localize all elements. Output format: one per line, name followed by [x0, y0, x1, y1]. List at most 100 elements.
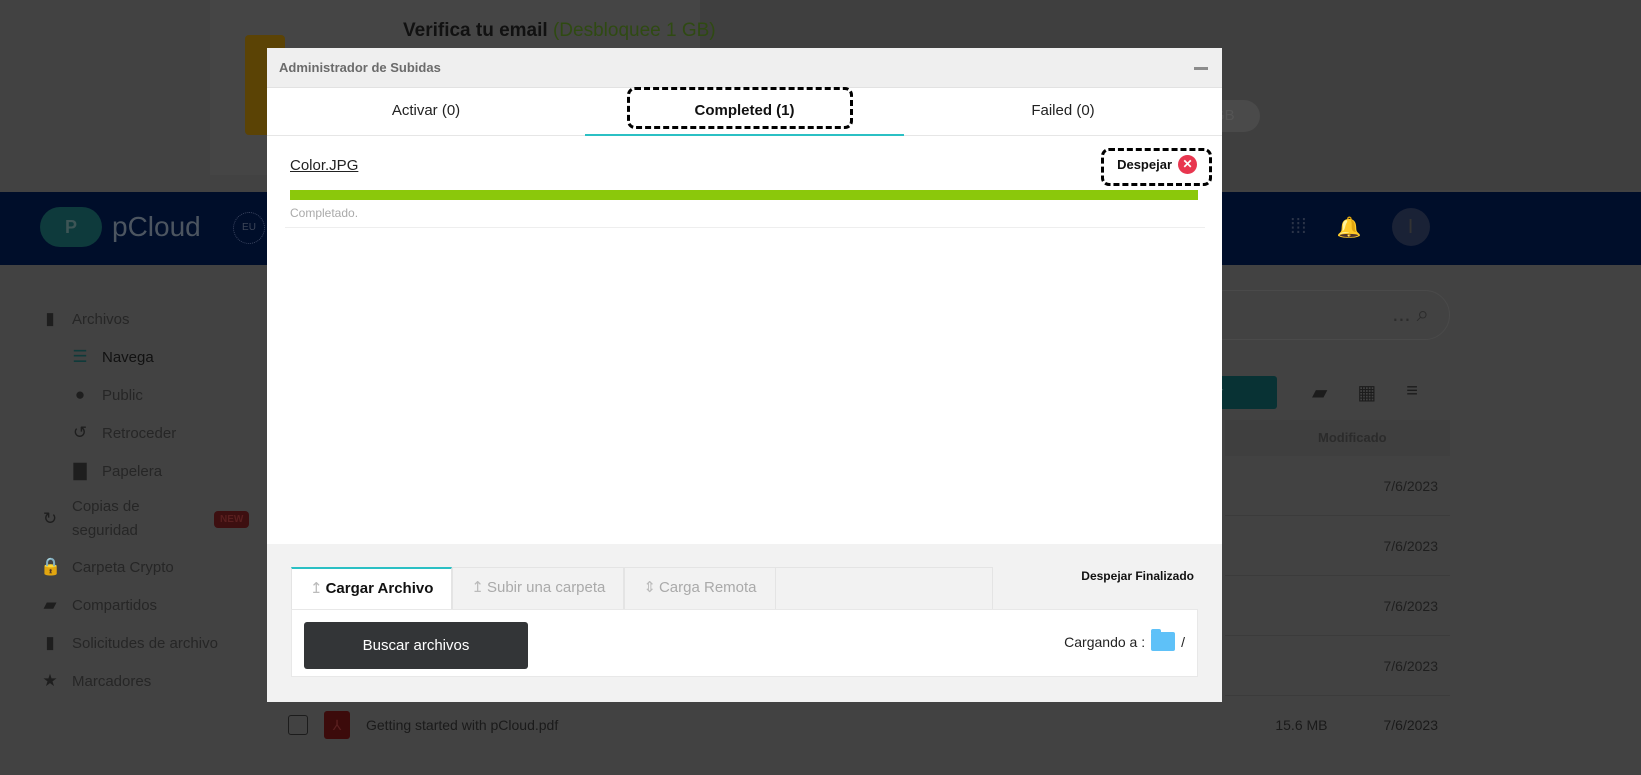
new-badge: NEW [214, 510, 250, 528]
sidebar-item-retroceder[interactable]: ↺ Retroceder [40, 414, 249, 452]
sidebar-label: Solicitudes de archivo [72, 634, 218, 652]
sidebar-label: Carpeta Crypto [72, 558, 174, 576]
shared-folder-icon: ▰ [43, 595, 57, 614]
modified-date: 7/6/2023 [1383, 658, 1439, 674]
upload-footer: ↥ Cargar Archivo ↥ Subir una carpeta ⇕ Carg… [267, 544, 1222, 702]
tab-completed[interactable]: Completed (1) [585, 88, 904, 136]
row-checkbox[interactable] [288, 715, 308, 735]
trash-icon: ▇ [73, 461, 87, 480]
sidebar-item-solicitudes[interactable]: ▮ Solicitudes de archivo [40, 624, 249, 662]
new-folder-icon[interactable]: ▰ [1312, 380, 1327, 405]
folder-icon [1151, 629, 1176, 651]
sidebar-item-papelera[interactable]: ▇ Papelera [40, 452, 249, 490]
table-row[interactable]: 7/6/2023 [1225, 516, 1450, 576]
sidebar-item-marcadores[interactable]: ★ Marcadores [40, 662, 249, 700]
sidebar-label: Marcadores [72, 672, 152, 690]
file-size: 15.6 MB [1275, 717, 1328, 733]
toolbar: ▰ ▦ ≡ [1312, 380, 1418, 405]
pcloud-logo[interactable]: PpCloud [40, 207, 201, 247]
modified-date: 7/6/2023 [1383, 717, 1439, 733]
tab-label: Cargar Archivo [325, 580, 434, 597]
table-row[interactable]: 7/6/2023 [1225, 456, 1450, 516]
bell-icon[interactable]: 🔔 [1337, 215, 1362, 240]
table-row[interactable]: 7/6/2023 [1225, 636, 1450, 696]
nav-actions: ⁞⁞⁞ 🔔 I [1290, 208, 1430, 246]
sort-icon[interactable]: ≡ [1406, 380, 1418, 405]
tab-active[interactable]: Activar (0) [267, 88, 585, 135]
upload-file-name[interactable]: Color.JPG [290, 157, 358, 174]
eu-region-badge: EU [233, 212, 265, 244]
sidebar: ▮ Archivos ☰ Navega ● Public ↺ Retroceder ▇ P… [40, 300, 250, 700]
tab-upload-folder[interactable]: ↥ Subir una carpeta [452, 567, 625, 609]
upload-panel: Buscar archivos Cargando a : / [291, 609, 1198, 677]
tab-remote-upload[interactable]: ⇕ Carga Remota [624, 567, 776, 609]
sidebar-label: Copias de seguridad [72, 498, 140, 539]
lock-icon: 🔒 [40, 557, 62, 576]
sidebar-label: Papelera [102, 462, 163, 480]
tab-failed[interactable]: Failed (0) [904, 88, 1222, 135]
tab-label: Carga Remota [658, 579, 757, 596]
sidebar-label: Archivos [72, 310, 130, 328]
apps-grid-icon[interactable]: ⁞⁞⁞ [1290, 216, 1307, 239]
tab-spacer [775, 567, 993, 609]
destination-path: / [1181, 633, 1185, 650]
search-icon: ⌕ [1416, 301, 1429, 326]
modified-date: 7/6/2023 [1383, 538, 1439, 554]
cloud-logo-icon: P [40, 207, 102, 247]
upload-status-tabs: Activar (0) Completed (1) Failed (0) [267, 88, 1222, 136]
pdf-icon: ⅄ [324, 711, 350, 739]
minimize-icon[interactable] [1194, 67, 1208, 70]
file-request-icon: ▮ [45, 633, 55, 652]
logo-text: pCloud [112, 211, 201, 242]
progress-fill [290, 190, 1198, 200]
search-input[interactable]: ... ⌕ [1200, 290, 1450, 340]
remote-icon: ⇕ [643, 579, 656, 596]
sidebar-item-archivos[interactable]: ▮ Archivos [40, 300, 249, 338]
upload-icon: ↥ [471, 579, 484, 596]
globe-icon: ● [74, 385, 86, 404]
modified-date: 7/6/2023 [1383, 598, 1439, 614]
clear-label: Despejar [1117, 157, 1172, 172]
tab-label: Subir una carpeta [486, 579, 606, 596]
destination-label: Cargando a : [1064, 633, 1146, 650]
close-icon: ✕ [1178, 155, 1197, 174]
dialog-header: Administrador de Subidas [267, 48, 1222, 88]
upload-type-tabs: ↥ Cargar Archivo ↥ Subir una carpeta ⇕ Carg… [291, 567, 993, 609]
tab-upload-file[interactable]: ↥ Cargar Archivo [291, 567, 453, 609]
upload-icon: ↥ [310, 580, 323, 597]
avatar[interactable]: I [1391, 208, 1430, 246]
sidebar-label: Compartidos [72, 596, 158, 614]
upload-manager-dialog: Administrador de Subidas Activar (0) Com… [267, 48, 1222, 702]
search-placeholder: ... [1392, 301, 1411, 326]
sidebar-label: Navega [102, 348, 154, 366]
table-header: Modificado [1225, 420, 1450, 456]
upload-status: Completado. [290, 206, 359, 220]
grid-view-icon[interactable]: ▦ [1357, 380, 1376, 405]
table-row[interactable]: ⅄ Getting started with pCloud.pdf 15.6 M… [280, 705, 1450, 745]
list-icon: ☰ [72, 347, 88, 366]
banner-subtitle: (Desbloquee 1 GB) [552, 20, 716, 41]
upload-progress-bar [290, 190, 1198, 200]
verify-email-banner: Verifica tu email (Desbloquee 1 GB) [403, 20, 716, 42]
sidebar-item-crypto[interactable]: 🔒 Carpeta Crypto [40, 548, 249, 586]
sidebar-label: Retroceder [102, 424, 177, 442]
upload-item: Color.JPG Despejar ✕ Completado. [285, 148, 1205, 228]
history-icon: ↺ [72, 423, 88, 442]
clear-item-button[interactable]: Despejar ✕ [1117, 155, 1197, 174]
dialog-title: Administrador de Subidas [279, 60, 441, 75]
file-name: Getting started with pCloud.pdf [366, 717, 559, 733]
upload-destination[interactable]: Cargando a : / [1064, 629, 1185, 651]
sidebar-item-navega[interactable]: ☰ Navega [40, 338, 249, 376]
modified-date: 7/6/2023 [1383, 478, 1439, 494]
table-row[interactable]: 7/6/2023 [1225, 576, 1450, 636]
clear-finished-button[interactable]: Despejar Finalizado [1081, 569, 1194, 583]
sidebar-item-copias[interactable]: ↻ Copias de seguridad NEW [40, 490, 250, 548]
sidebar-item-public[interactable]: ● Public [40, 376, 249, 414]
banner-title: Verifica tu email [403, 20, 548, 41]
sidebar-label: Public [102, 386, 143, 404]
modified-header[interactable]: Modificado [1318, 430, 1387, 445]
browse-files-button[interactable]: Buscar archivos [304, 622, 528, 669]
star-icon: ★ [42, 671, 58, 690]
file-icon: ▮ [45, 309, 55, 328]
sidebar-item-compartidos[interactable]: ▰ Compartidos [40, 586, 249, 624]
